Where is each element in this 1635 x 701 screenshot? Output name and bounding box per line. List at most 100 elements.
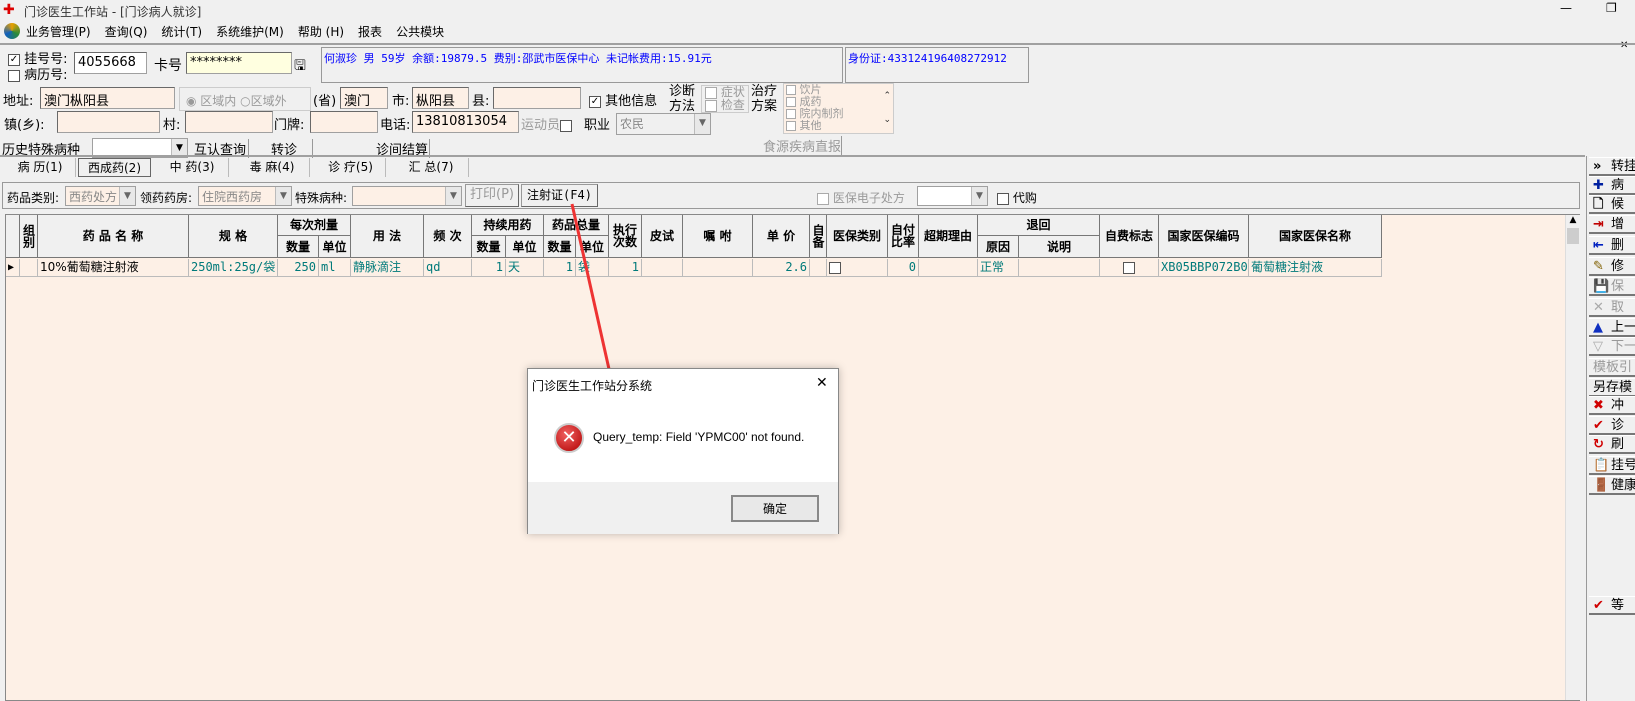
column-header[interactable]: 单位 — [506, 236, 544, 258]
tab-3[interactable]: 毒 麻(4) — [235, 158, 310, 177]
tab-2[interactable]: 中 药(3) — [156, 158, 229, 177]
column-header[interactable]: 超期理由 — [919, 215, 978, 258]
column-header[interactable]: 频 次 — [424, 215, 472, 258]
side-button-wait[interactable]: 🗋 候 — [1589, 195, 1635, 214]
village-input[interactable] — [185, 111, 273, 133]
table-cell[interactable] — [1100, 259, 1159, 277]
column-header[interactable]: 组别 — [20, 215, 38, 258]
column-header[interactable]: 自备 — [810, 215, 827, 258]
side-button-delete[interactable]: ⇤ 删 — [1589, 236, 1635, 255]
column-header[interactable]: 单 价 — [753, 215, 810, 258]
column-header[interactable]: 退回 — [978, 215, 1100, 236]
side-button-wait-list[interactable]: ✔ 等 — [1589, 596, 1635, 615]
reg-no-input[interactable]: 4055668 — [74, 52, 147, 74]
side-button-edit[interactable]: ✎ 修 — [1589, 257, 1635, 276]
column-header[interactable]: 执行次数 — [609, 215, 642, 258]
column-header[interactable]: 数量 — [278, 236, 319, 258]
other-info-checkbox[interactable]: ✓ 其他信息 — [589, 90, 657, 109]
column-header[interactable]: 国家医保编码 — [1159, 215, 1249, 258]
region-out-radio[interactable]: ○区域外 — [240, 94, 287, 108]
menu-item[interactable]: 公共模块 — [396, 23, 444, 40]
diag-exam-checkbox[interactable]: 检查 — [705, 99, 745, 112]
column-header[interactable]: 药品总量 — [544, 215, 609, 236]
print-button[interactable]: 打印(P) — [465, 184, 519, 207]
dialog-close-button[interactable]: ✕ — [816, 375, 828, 391]
side-button-template-import[interactable]: 模板引 — [1589, 358, 1635, 377]
table-cell[interactable]: 袋 — [576, 259, 609, 277]
side-button-case[interactable]: ✚ 病 — [1589, 176, 1635, 195]
column-header[interactable]: 嘱 咐 — [683, 215, 753, 258]
side-button-prev[interactable]: ▲ 上一 — [1589, 318, 1635, 337]
city-input[interactable]: 枞阳县 — [412, 87, 469, 109]
scroll-up-icon[interactable]: ▲ — [1566, 215, 1580, 225]
side-button-save[interactable]: 💾 保 — [1589, 277, 1635, 296]
tab-4[interactable]: 诊 疗(5) — [316, 158, 386, 177]
region-in-radio[interactable]: ◉ 区域内 — [186, 94, 236, 108]
column-header[interactable]: 说明 — [1019, 236, 1100, 258]
side-button-register[interactable]: 📋 挂号 — [1589, 456, 1635, 475]
table-cell[interactable] — [1019, 259, 1100, 277]
e-rx-select[interactable]: ▼ — [917, 186, 988, 206]
column-header[interactable]: 单位 — [576, 236, 609, 258]
table-cell[interactable] — [20, 259, 38, 277]
e-rx-checkbox[interactable]: 医保电子处方 — [817, 189, 905, 206]
table-cell[interactable]: 0 — [888, 259, 919, 277]
athlete-checkbox[interactable]: 运动员 — [521, 114, 573, 133]
table-cell[interactable] — [919, 259, 978, 277]
pharmacy-select[interactable]: 住院西药房 ▼ — [198, 186, 292, 206]
column-header[interactable]: 每次剂量 — [278, 215, 351, 236]
table-cell[interactable]: 葡萄糖注射液 — [1249, 259, 1382, 277]
job-select[interactable]: 农民 ▼ — [616, 113, 711, 135]
town-input[interactable] — [57, 111, 160, 133]
table-cell[interactable]: XB05BBP072B0( — [1159, 259, 1249, 277]
tab-1[interactable]: 西成药(2) — [78, 158, 151, 177]
tab-5[interactable]: 汇 总(7) — [394, 158, 469, 177]
side-button-refresh[interactable]: ↻ 刷 — [1589, 435, 1635, 454]
side-button-health[interactable]: 🚪 健康 — [1589, 476, 1635, 495]
column-header[interactable]: 规 格 — [189, 215, 278, 258]
proxy-checkbox[interactable]: 代购 — [997, 189, 1037, 206]
card-reader-icon[interactable]: 🖫 — [294, 55, 306, 79]
table-cell[interactable]: qd — [424, 259, 472, 277]
table-cell[interactable]: 静脉滴注 — [351, 259, 424, 277]
column-header[interactable]: 国家医保名称 — [1249, 215, 1382, 258]
table-cell[interactable]: 1 — [472, 259, 506, 277]
record-no-checkbox[interactable]: 病历号: — [8, 64, 68, 83]
province-input[interactable]: 澳门 — [340, 87, 388, 109]
column-header[interactable]: 原因 — [978, 236, 1019, 258]
column-header[interactable]: 医保类别 — [827, 215, 888, 258]
list-scroll-icon[interactable]: ⌃ ⌄ — [883, 84, 891, 132]
column-header[interactable]: 皮试 — [642, 215, 683, 258]
tab-0[interactable]: 病 历(1) — [5, 158, 76, 177]
column-header[interactable]: 自付比率 — [888, 215, 919, 258]
table-cell[interactable]: 天 — [506, 259, 544, 277]
table-cell[interactable]: 10%葡萄糖注射液 — [38, 259, 189, 277]
side-button-transfer[interactable]: » 转挂 — [1589, 157, 1635, 176]
restore-button[interactable]: ❐ — [1606, 1, 1617, 15]
table-cell[interactable] — [642, 259, 683, 277]
table-cell[interactable]: 1 — [609, 259, 642, 277]
table-cell[interactable]: 250 — [278, 259, 319, 277]
mdi-close-button[interactable]: ✕ — [1620, 40, 1628, 51]
ok-button[interactable]: 确定 — [731, 495, 819, 522]
side-button-cancel[interactable]: ✕ 取 — [1589, 298, 1635, 317]
table-cell[interactable] — [810, 259, 827, 277]
menu-item[interactable]: 帮助 (H) — [298, 23, 344, 40]
injection-cert-button[interactable]: 注射证(F4) — [521, 184, 598, 207]
column-header[interactable]: 自费标志 — [1100, 215, 1159, 258]
phone-input[interactable]: 13810813054 — [412, 111, 519, 133]
table-cell[interactable]: 2.6 — [753, 259, 810, 277]
table-cell[interactable]: 正常 — [978, 259, 1019, 277]
treat-plan-list[interactable]: 饮片 成药 院内制剂 其他 ⌃ ⌄ — [783, 83, 894, 134]
scroll-thumb[interactable] — [1567, 228, 1579, 244]
column-header[interactable]: 单位 — [319, 236, 351, 258]
table-cell[interactable]: 1 — [544, 259, 576, 277]
column-header[interactable]: 药 品 名 称 — [38, 215, 189, 258]
table-cell[interactable]: ml — [319, 259, 351, 277]
column-header[interactable]: 数量 — [472, 236, 506, 258]
menu-item[interactable]: 系统维护(M) — [216, 23, 284, 40]
side-button-next[interactable]: ▽ 下一 — [1589, 337, 1635, 356]
grid-scrollbar[interactable]: ▲ — [1565, 215, 1580, 700]
self-provide-checkbox[interactable] — [829, 261, 841, 274]
side-button-reverse[interactable]: ✖ 冲 — [1589, 396, 1635, 415]
